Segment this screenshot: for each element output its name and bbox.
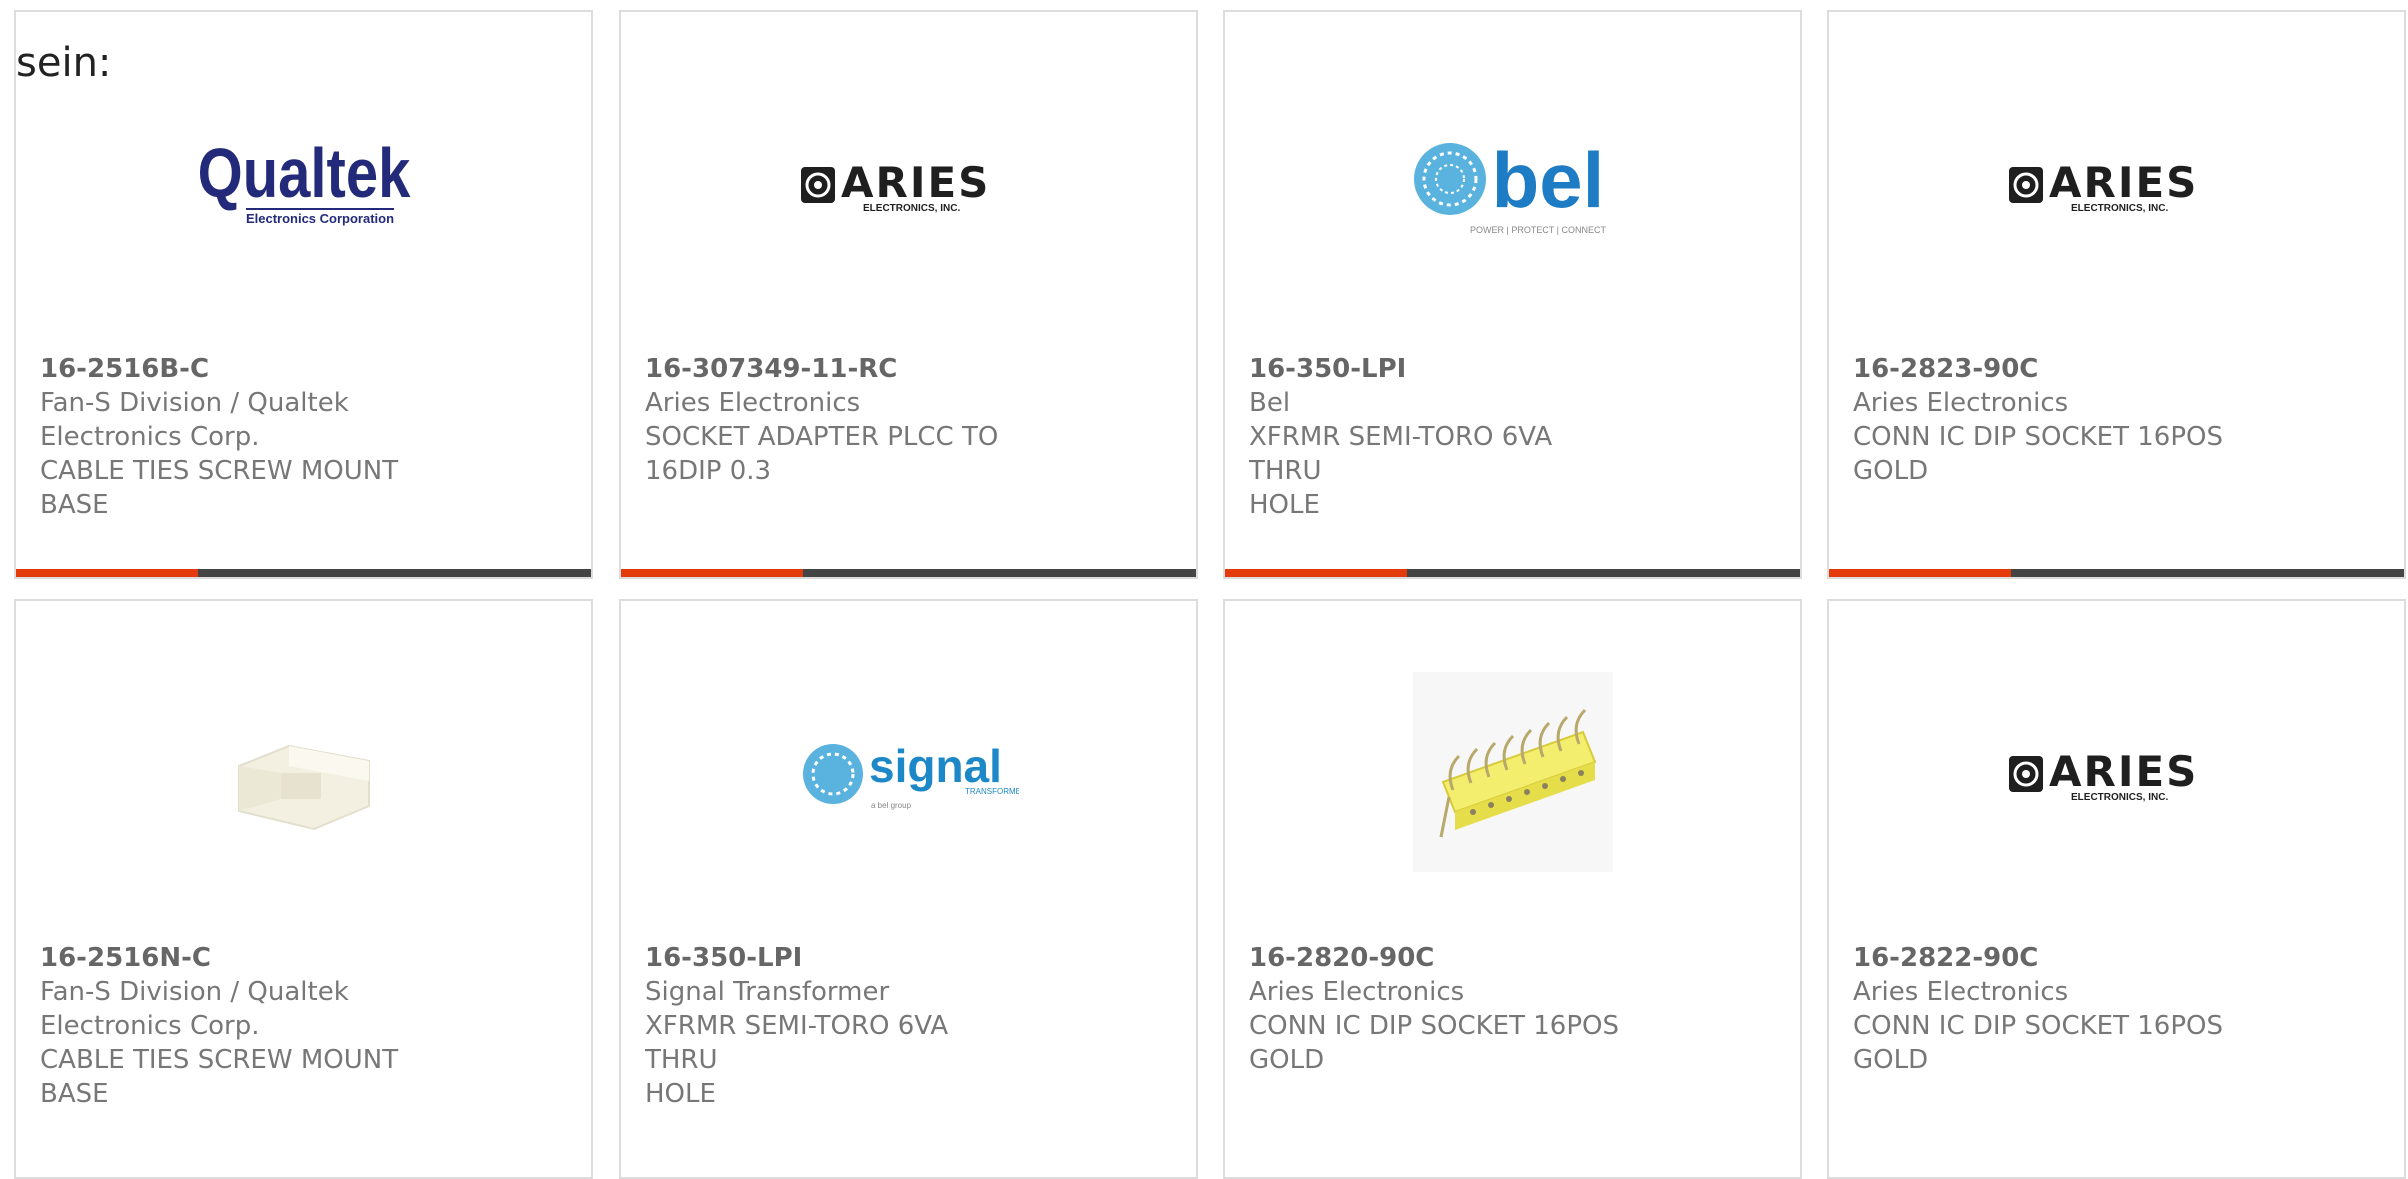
svg-text:ARIES: ARIES [841, 158, 990, 207]
description-line: CABLE TIES SCREW MOUNT [40, 456, 399, 486]
manufacturer-line: Bel [1249, 388, 1291, 418]
description-line: GOLD [1249, 1045, 1325, 1075]
product-card[interactable]: bel POWER | PROTECT | CONNECT 16-350-LPI… [1223, 10, 1802, 579]
part-number[interactable]: 16-2820-90C [1249, 941, 1629, 975]
svg-text:ELECTRONICS, INC.: ELECTRONICS, INC. [2071, 792, 2168, 803]
product-card[interactable]: signal TRANSFORMER a bel group 16-350-LP… [619, 599, 1198, 1179]
product-card[interactable]: ARIES ELECTRONICS, INC. 16-307349-11-RC … [619, 10, 1198, 579]
svg-text:ARIES: ARIES [2049, 158, 2198, 207]
part-number[interactable]: 16-307349-11-RC [645, 352, 1025, 386]
manufacturer-line: Aries Electronics [645, 388, 861, 418]
product-image [1225, 667, 1800, 877]
svg-text:signal: signal [869, 740, 1002, 792]
part-number[interactable]: 16-350-LPI [645, 941, 1025, 975]
product-info: 16-2820-90C Aries Electronics CONN IC DI… [1249, 941, 1629, 1077]
product-info: 16-2516B-C Fan-S Division / Qualtek Elec… [40, 352, 420, 522]
part-number[interactable]: 16-2516N-C [40, 941, 420, 975]
manufacturer-line: Fan-S Division / Qualtek [40, 977, 349, 1007]
manufacturer-logo: ARIES ELECTRONICS, INC. [1829, 701, 2404, 851]
svg-text:bel: bel [1491, 137, 1604, 224]
description-line: BASE [40, 490, 109, 520]
qualtek-logo: Qualtek Electronics Corporation [197, 137, 410, 226]
svg-text:POWER | PROTECT | CONNECT: POWER | PROTECT | CONNECT [1469, 225, 1606, 235]
manufacturer-line: Electronics Corp. [40, 1011, 260, 1041]
card-bottom-bar [1225, 569, 1800, 577]
dip-socket-image [1412, 672, 1613, 872]
product-grid: sein: Qualtek Electronics Corporation 16… [0, 0, 2408, 1179]
aries-logo: ARIES ELECTRONICS, INC. [2008, 747, 2198, 803]
manufacturer-logo: signal TRANSFORMER a bel group [621, 701, 1196, 851]
manufacturer-line: Electronics Corp. [40, 422, 260, 452]
product-info: 16-2823-90C Aries Electronics CONN IC DI… [1853, 352, 2233, 488]
description-line: CABLE TIES SCREW MOUNT [40, 1045, 399, 1075]
description-line: CONN IC DIP SOCKET 16POS [1853, 422, 2223, 452]
product-info: 16-350-LPI Bel XFRMR SEMI-TORO 6VA THRU … [1249, 352, 1629, 522]
bel-logo: bel POWER | PROTECT | CONNECT [1413, 137, 1606, 235]
description-line: BASE [40, 1079, 109, 1109]
product-card[interactable]: sein: Qualtek Electronics Corporation 16… [14, 10, 593, 579]
manufacturer-line: Aries Electronics [1249, 977, 1465, 1007]
signal-logo: signal TRANSFORMER a bel group [802, 740, 1019, 810]
product-info: 16-307349-11-RC Aries Electronics SOCKET… [645, 352, 1025, 488]
description-line: HOLE [645, 1079, 716, 1109]
svg-text:ELECTRONICS, INC.: ELECTRONICS, INC. [2071, 203, 2168, 214]
card-accent-bar [1225, 569, 1407, 577]
manufacturer-line: Signal Transformer [645, 977, 890, 1007]
aries-logo: ARIES ELECTRONICS, INC. [2008, 158, 2198, 214]
product-card[interactable]: 16-2516N-C Fan-S Division / Qualtek Elec… [14, 599, 593, 1179]
svg-text:ARIES: ARIES [2049, 747, 2198, 796]
description-line: SOCKET ADAPTER PLCC TO [645, 422, 999, 452]
svg-text:Electronics Corporation: Electronics Corporation [245, 211, 393, 226]
manufacturer-line: Fan-S Division / Qualtek [40, 388, 349, 418]
manufacturer-logo: Qualtek Electronics Corporation [16, 112, 591, 262]
part-number[interactable]: 16-2823-90C [1853, 352, 2233, 386]
svg-text:a bel group: a bel group [871, 801, 912, 810]
prefix-text: sein: [16, 40, 112, 86]
manufacturer-line: Aries Electronics [1853, 388, 2069, 418]
aries-logo: ARIES ELECTRONICS, INC. [800, 158, 990, 214]
manufacturer-logo: bel POWER | PROTECT | CONNECT [1225, 112, 1800, 262]
description-line: GOLD [1853, 456, 1929, 486]
product-image [16, 701, 591, 851]
svg-text:Qualtek: Qualtek [197, 137, 410, 212]
card-accent-bar [16, 569, 198, 577]
description-line: 16DIP 0.3 [645, 456, 772, 486]
description-line: CONN IC DIP SOCKET 16POS [1853, 1011, 2223, 1041]
card-bottom-bar [1829, 569, 2404, 577]
cable-tie-mount-image [237, 744, 370, 831]
part-number[interactable]: 16-2822-90C [1853, 941, 2233, 975]
description-line: GOLD [1853, 1045, 1929, 1075]
product-card[interactable]: 16-2820-90C Aries Electronics CONN IC DI… [1223, 599, 1802, 1179]
product-card[interactable]: ARIES ELECTRONICS, INC. 16-2823-90C Arie… [1827, 10, 2406, 579]
product-info: 16-2516N-C Fan-S Division / Qualtek Elec… [40, 941, 420, 1111]
description-line: XFRMR SEMI-TORO 6VA THRU [645, 1011, 949, 1075]
product-info: 16-350-LPI Signal Transformer XFRMR SEMI… [645, 941, 1025, 1111]
svg-text:TRANSFORMER: TRANSFORMER [965, 787, 1019, 796]
product-card[interactable]: ARIES ELECTRONICS, INC. 16-2822-90C Arie… [1827, 599, 2406, 1179]
description-line: XFRMR SEMI-TORO 6VA THRU [1249, 422, 1553, 486]
manufacturer-logo: ARIES ELECTRONICS, INC. [621, 112, 1196, 262]
description-line: HOLE [1249, 490, 1320, 520]
part-number[interactable]: 16-350-LPI [1249, 352, 1629, 386]
product-info: 16-2822-90C Aries Electronics CONN IC DI… [1853, 941, 2233, 1077]
manufacturer-logo: ARIES ELECTRONICS, INC. [1829, 112, 2404, 262]
description-line: CONN IC DIP SOCKET 16POS [1249, 1011, 1619, 1041]
part-number[interactable]: 16-2516B-C [40, 352, 420, 386]
card-bottom-bar [621, 569, 1196, 577]
card-accent-bar [621, 569, 803, 577]
manufacturer-line: Aries Electronics [1853, 977, 2069, 1007]
card-accent-bar [1829, 569, 2011, 577]
svg-text:ELECTRONICS, INC.: ELECTRONICS, INC. [863, 203, 960, 214]
card-bottom-bar [16, 569, 591, 577]
